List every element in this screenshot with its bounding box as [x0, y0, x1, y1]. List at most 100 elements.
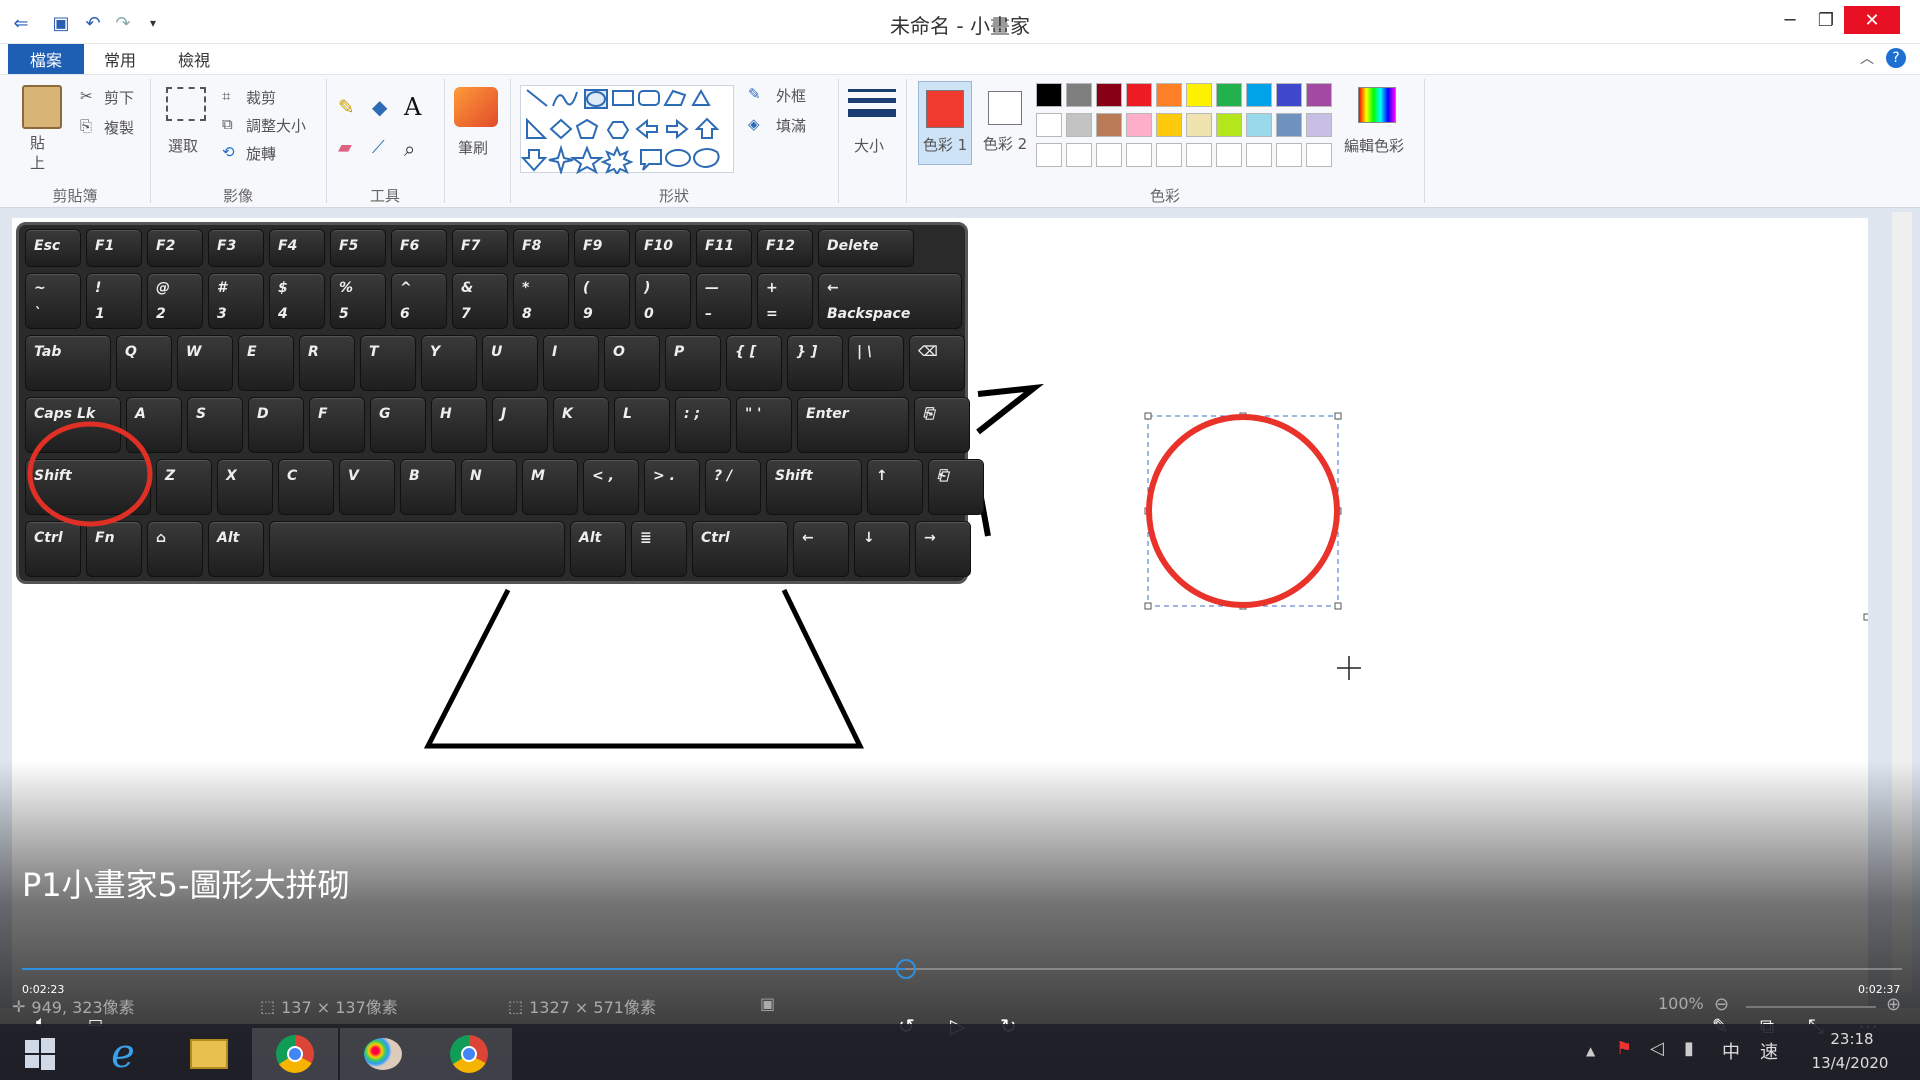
- key[interactable]: Q: [116, 335, 172, 391]
- key[interactable]: Y: [421, 335, 477, 391]
- key[interactable]: | \: [848, 335, 904, 391]
- key[interactable]: ⌫: [909, 335, 965, 391]
- key[interactable]: } ]: [787, 335, 843, 391]
- color-swatch[interactable]: [1306, 83, 1332, 107]
- key[interactable]: M: [522, 459, 578, 515]
- size-button[interactable]: 大小: [854, 135, 884, 156]
- ime-mode-indicator[interactable]: 速: [1760, 1038, 1778, 1064]
- color-swatch[interactable]: [1156, 83, 1182, 107]
- pencil-icon[interactable]: ✎: [338, 95, 355, 119]
- key[interactable]: E: [238, 335, 294, 391]
- key[interactable]: F12: [757, 229, 813, 267]
- color-swatch[interactable]: [1216, 143, 1242, 167]
- key[interactable]: @2: [147, 273, 203, 329]
- key[interactable]: K: [553, 397, 609, 453]
- key[interactable]: { [: [726, 335, 782, 391]
- key[interactable]: ⎗: [928, 459, 984, 515]
- key[interactable]: F1: [86, 229, 142, 267]
- key[interactable]: G: [370, 397, 426, 453]
- key[interactable]: I: [543, 335, 599, 391]
- key[interactable]: S: [187, 397, 243, 453]
- key[interactable]: < ,: [583, 459, 639, 515]
- key[interactable]: > .: [644, 459, 700, 515]
- paste-icon[interactable]: [22, 85, 62, 129]
- color-swatch[interactable]: [1066, 113, 1092, 137]
- color-swatch[interactable]: [1246, 83, 1272, 107]
- paste-button[interactable]: 貼上: [30, 133, 50, 173]
- color-picker-icon[interactable]: ⟋: [372, 137, 385, 158]
- shape-outline-dropdown[interactable]: 外框: [776, 85, 806, 106]
- key[interactable]: Esc: [25, 229, 81, 267]
- brush-icon[interactable]: [454, 87, 498, 127]
- speaker-icon[interactable]: ◁: [1650, 1038, 1664, 1059]
- color-swatch[interactable]: [1096, 113, 1122, 137]
- start-button[interactable]: [0, 1028, 80, 1080]
- color-swatch[interactable]: [1126, 113, 1152, 137]
- brush-button[interactable]: 筆刷: [458, 137, 488, 158]
- key[interactable]: [269, 521, 565, 577]
- color-swatch[interactable]: [1276, 143, 1302, 167]
- key[interactable]: Enter: [797, 397, 909, 453]
- key[interactable]: P: [665, 335, 721, 391]
- key[interactable]: #3: [208, 273, 264, 329]
- key[interactable]: →: [915, 521, 971, 577]
- key[interactable]: U: [482, 335, 538, 391]
- color2-selector[interactable]: 色彩 2: [978, 81, 1032, 165]
- zoom-slider[interactable]: [1746, 1006, 1876, 1008]
- key[interactable]: F8: [513, 229, 569, 267]
- key[interactable]: W: [177, 335, 233, 391]
- color-swatch[interactable]: [1126, 83, 1152, 107]
- color-swatch[interactable]: [1246, 113, 1272, 137]
- color-swatch[interactable]: [1306, 143, 1332, 167]
- taskbar-chrome-2[interactable]: [426, 1028, 512, 1080]
- key[interactable]: Z: [156, 459, 212, 515]
- key[interactable]: F7: [452, 229, 508, 267]
- key[interactable]: F4: [269, 229, 325, 267]
- text-tool-icon[interactable]: A: [404, 93, 421, 121]
- key[interactable]: ← Backspace: [818, 273, 962, 329]
- clock-time[interactable]: 23:18: [1812, 1030, 1892, 1048]
- key[interactable]: " ': [736, 397, 792, 453]
- key[interactable]: Shift: [766, 459, 862, 515]
- key[interactable]: Alt: [208, 521, 264, 577]
- color-swatch[interactable]: [1096, 83, 1122, 107]
- color-swatch[interactable]: [1186, 143, 1212, 167]
- collapse-ribbon-icon[interactable]: ︿: [1860, 48, 1874, 68]
- shape-fill-dropdown[interactable]: 填滿: [776, 115, 806, 136]
- color-swatch[interactable]: [1276, 83, 1302, 107]
- size-icon[interactable]: [848, 87, 896, 127]
- key[interactable]: $4: [269, 273, 325, 329]
- color-swatch[interactable]: [1066, 83, 1092, 107]
- copy-button[interactable]: 複製: [104, 117, 134, 138]
- key[interactable]: (9: [574, 273, 630, 329]
- ime-indicator[interactable]: 中: [1722, 1038, 1740, 1064]
- key[interactable]: ! 1: [86, 273, 142, 329]
- key[interactable]: C: [278, 459, 334, 515]
- key[interactable]: ←: [793, 521, 849, 577]
- color-swatch[interactable]: [1156, 113, 1182, 137]
- key[interactable]: F3: [208, 229, 264, 267]
- key[interactable]: + =: [757, 273, 813, 329]
- color-swatch[interactable]: [1306, 113, 1332, 137]
- key[interactable]: F6: [391, 229, 447, 267]
- key[interactable]: F9: [574, 229, 630, 267]
- color-swatch[interactable]: [1036, 143, 1062, 167]
- key[interactable]: ⌂: [147, 521, 203, 577]
- edit-colors-icon[interactable]: [1358, 87, 1396, 123]
- key[interactable]: H: [431, 397, 487, 453]
- key[interactable]: O: [604, 335, 660, 391]
- taskbar-chrome-1[interactable]: [252, 1028, 338, 1080]
- magnifier-icon[interactable]: ⌕: [404, 137, 415, 161]
- taskbar-paint[interactable]: [340, 1028, 426, 1080]
- key[interactable]: ≣: [631, 521, 687, 577]
- restore-button[interactable]: ❐: [1806, 6, 1846, 34]
- color-swatch[interactable]: [1096, 143, 1122, 167]
- key[interactable]: N: [461, 459, 517, 515]
- crop-button[interactable]: 裁剪: [246, 87, 276, 108]
- key[interactable]: F: [309, 397, 365, 453]
- cut-button[interactable]: 剪下: [104, 87, 134, 108]
- taskbar-ie[interactable]: e: [80, 1028, 166, 1080]
- color-swatch[interactable]: [1276, 113, 1302, 137]
- key[interactable]: ↓: [854, 521, 910, 577]
- minimize-button[interactable]: ─: [1770, 6, 1810, 34]
